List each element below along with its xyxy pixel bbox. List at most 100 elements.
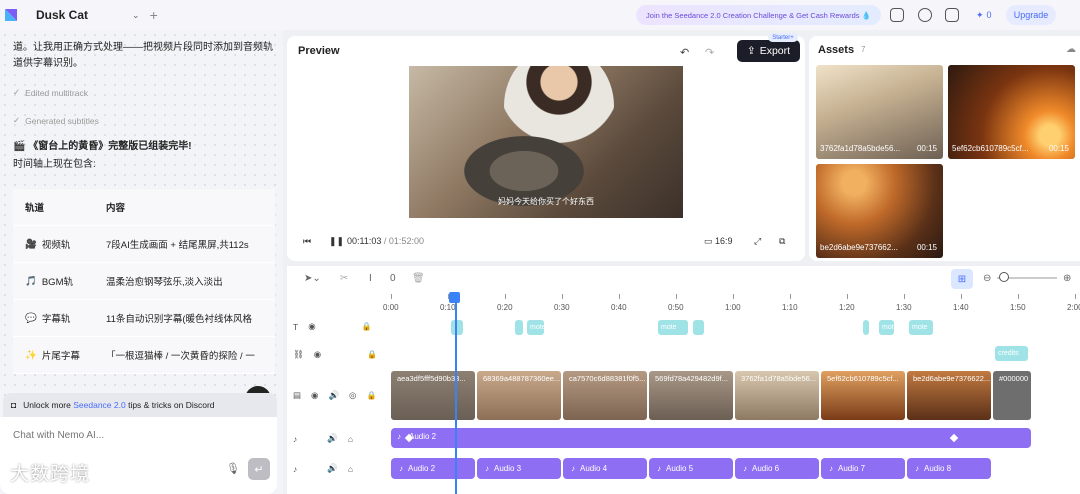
text-clip[interactable]: mote	[658, 320, 688, 335]
lock-icon[interactable]: 🔒	[366, 391, 376, 400]
timeline-intro: 时间轴上现在包含:	[13, 159, 96, 170]
video-clip[interactable]: 5ef62cb610789c5cf...	[821, 371, 905, 420]
ruler-tick-label: 0:00	[383, 303, 399, 312]
text-clip[interactable]	[451, 320, 463, 335]
bgm-clip[interactable]: ♪ Audio 2	[391, 428, 1031, 448]
video-clip[interactable]: ca7570c6d88381f0f5...	[563, 371, 647, 420]
discord-promo[interactable]: ◘ Unlock more Seedance 2.0 tips & tricks…	[3, 393, 277, 417]
playhead-handle[interactable]	[449, 292, 460, 303]
credits-indicator[interactable]: ✦ 0	[976, 6, 1004, 24]
upgrade-button[interactable]: Upgrade	[1006, 5, 1056, 25]
subtitle-icon: 💬	[25, 312, 37, 324]
video-clip[interactable]: 68369a488787360ee...	[477, 371, 561, 420]
total-time: 01:52:00	[388, 236, 424, 246]
asset-thumbnail[interactable]: be2d6abe9e737662... 00:15	[816, 164, 943, 258]
audio-clip[interactable]: ♪ Audio 5	[649, 458, 733, 479]
ruler-tick	[1075, 294, 1076, 299]
delete-icon[interactable]: 🗑	[412, 273, 425, 284]
redo-icon[interactable]: ↷	[705, 46, 714, 59]
video-track-controls: ▤ ◉ 🔊 ◎ 🔒	[287, 390, 387, 401]
chevron-down-icon[interactable]: ⌄	[132, 10, 140, 21]
discord-icon[interactable]	[890, 8, 904, 22]
audio-clip[interactable]: ♪ Audio 4	[563, 458, 647, 479]
project-title[interactable]: Dusk Cat	[36, 8, 88, 22]
volume-icon[interactable]: 🔊	[327, 463, 338, 474]
cursor-icon[interactable]: I	[369, 273, 372, 284]
ruler-tick	[619, 294, 620, 299]
music-note-icon: ♪	[915, 464, 919, 473]
pause-icon[interactable]: ❚❚	[329, 236, 344, 247]
credits-clip[interactable]: credits	[995, 346, 1028, 361]
audio-detach-icon[interactable]: ◎	[349, 390, 356, 401]
ruler-tick-label: 0:40	[611, 303, 627, 312]
playhead[interactable]	[455, 292, 457, 494]
music-note-icon: ♪	[657, 464, 661, 473]
text-clip[interactable]	[515, 320, 523, 335]
gift-icon[interactable]	[945, 8, 959, 22]
skip-back-icon[interactable]: ⏮	[303, 236, 311, 247]
ruler-tick	[904, 294, 905, 299]
volume-icon[interactable]: 🔊	[328, 390, 339, 401]
chat-input[interactable]	[13, 430, 233, 441]
check-icon: ✓	[13, 115, 21, 125]
video-clip[interactable]: #000000	[993, 371, 1031, 420]
eye-icon[interactable]: ◉	[311, 390, 318, 401]
add-tab-icon[interactable]: +	[150, 7, 158, 23]
zoom-out-icon[interactable]: ⊖	[983, 273, 991, 284]
aspect-ratio-control[interactable]: ▭ 16:9	[704, 236, 733, 247]
text-clip[interactable]	[863, 320, 869, 335]
table-cell: 11条自动识别字幕(暖色衬线体风格	[106, 314, 253, 325]
video-clip[interactable]: aea3df5fff5d90b38...	[391, 371, 475, 420]
zoom-knob[interactable]	[999, 272, 1009, 282]
assets-title: Assets	[818, 44, 855, 56]
text-clip[interactable]	[693, 320, 704, 335]
volume-icon[interactable]: 🔊	[327, 433, 338, 444]
video-clip[interactable]: be2d6abe9e7376622...	[907, 371, 991, 420]
magnet-snap-button[interactable]: ⊞	[951, 269, 973, 289]
asset-name: 3762fa1d78a5bde56...	[820, 144, 901, 153]
done-title: 🎬 《窗台上的黄昏》完整版已组装完毕!	[13, 141, 192, 152]
zoom-in-icon[interactable]: ⊕	[1063, 273, 1071, 284]
video-clip[interactable]: 3762fa1d78a5bde56...	[735, 371, 819, 420]
video-clip[interactable]: 569fd78a429482d9f...	[649, 371, 733, 420]
upload-icon[interactable]: ☁	[1066, 44, 1076, 55]
asset-thumbnail[interactable]: 3762fa1d78a5bde56... 00:15	[816, 65, 943, 159]
current-time: 00:11:03	[347, 236, 382, 246]
split-icon[interactable]: ✂	[340, 273, 348, 284]
app-logo-icon[interactable]	[3, 7, 19, 23]
text-clip[interactable]: mote	[527, 320, 544, 335]
challenge-banner[interactable]: Join the Seedance 2.0 Creation Challenge…	[636, 5, 881, 25]
microphone-icon[interactable]: 🎙	[226, 462, 240, 475]
lock-open-icon[interactable]: ⌂	[348, 434, 353, 444]
aspect-icon: ▭	[704, 236, 713, 246]
text-clip[interactable]: mote	[879, 320, 894, 335]
lock-icon[interactable]: 🔒	[367, 350, 377, 359]
audio-clip[interactable]: ♪ Audio 8	[907, 458, 991, 479]
audio-clip[interactable]: ♪ Audio 6	[735, 458, 819, 479]
assets-panel: Assets 7 ☁ 3762fa1d78a5bde56... 00:15 5e…	[809, 36, 1080, 261]
audio-clip[interactable]: ♪ Audio 3	[477, 458, 561, 479]
asset-thumbnail[interactable]: 5ef62cb610789c5cf... 00:15	[948, 65, 1075, 159]
lock-icon[interactable]: 🔒	[362, 322, 372, 331]
fullscreen-icon[interactable]: ⤢	[754, 236, 761, 247]
audio-clip[interactable]: ♪ Audio 2	[391, 458, 475, 479]
help-icon[interactable]	[918, 8, 932, 22]
text-clip[interactable]: mote	[909, 320, 933, 335]
select-tool-icon[interactable]: ➤⌄	[304, 273, 321, 284]
ruler-tick	[847, 294, 848, 299]
promo-text: tips & tricks on Discord	[128, 400, 215, 410]
music-note-icon: ♪	[485, 464, 489, 473]
ruler-tick	[961, 294, 962, 299]
export-button[interactable]: ⇪ Export	[737, 40, 800, 62]
pip-icon[interactable]: ⧉	[779, 236, 785, 247]
upload-icon: ⇪	[746, 45, 756, 57]
audio-clip[interactable]: ♪ Audio 7	[821, 458, 905, 479]
video-frame[interactable]: 妈妈今天给你买了个好东西	[409, 66, 683, 218]
keyframe-icon[interactable]	[949, 433, 959, 443]
lock-open-icon[interactable]: ⌂	[348, 464, 353, 474]
eye-icon[interactable]: ◉	[314, 349, 321, 360]
eye-icon[interactable]: ◉	[308, 321, 315, 332]
send-button[interactable]: ↵	[248, 458, 270, 480]
undo-icon[interactable]: ↶	[680, 46, 689, 59]
asset-duration: 00:15	[1048, 144, 1069, 153]
